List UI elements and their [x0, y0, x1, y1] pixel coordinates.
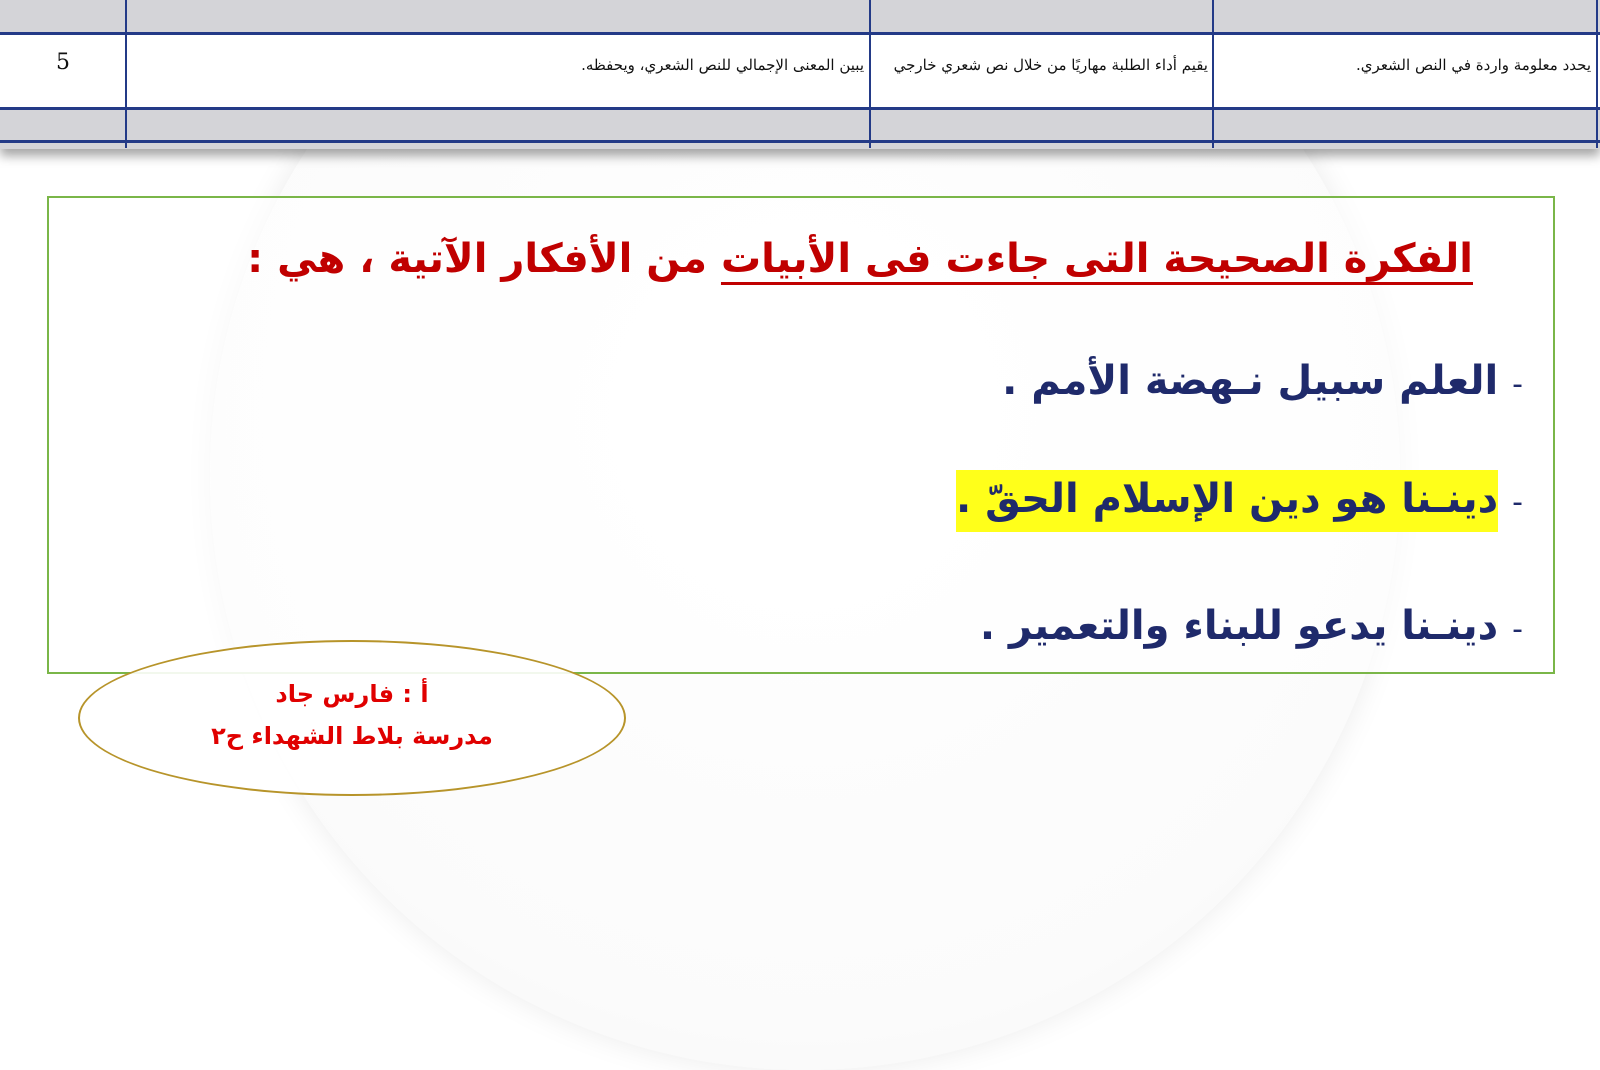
table-cell-evaluation: يقيم أداء الطلبة مهاريًا من خلال نص شعري… [893, 56, 1208, 74]
table-header-row [0, 0, 1600, 35]
question-title: الفكرة الصحيحة التى جاءت فى الأبيات من ا… [247, 236, 1473, 282]
objectives-table-strip: يحدد معلومة واردة في النص الشعري. يقيم أ… [0, 0, 1600, 149]
answer-option-3[interactable]: -دينـنا يدعو للبناء والتعمير . [980, 603, 1523, 649]
table-column-divider [1212, 0, 1214, 148]
table-column-divider [125, 0, 127, 148]
option-dash: - [1512, 485, 1523, 520]
option-text-highlighted: دينـنا هو دين الإسلام الحقّ . [955, 470, 1499, 532]
table-column-divider [869, 0, 871, 148]
question-title-underlined: الفكرة الصحيحة التى جاءت فى الأبيات [720, 236, 1473, 282]
table-cell-number: 5 [56, 50, 70, 75]
teacher-credit-ellipse: أ : فارس جاد مدرسة بلاط الشهداء ح٢ [78, 640, 626, 796]
table-column-divider [1596, 0, 1598, 148]
teacher-name: أ : فارس جاد [275, 680, 429, 708]
question-title-rest: من الأفكار الآتية ، هي : [247, 236, 721, 282]
table-row: يحدد معلومة واردة في النص الشعري. يقيم أ… [0, 38, 1600, 104]
table-footer-row [0, 140, 1600, 149]
school-name: مدرسة بلاط الشهداء ح٢ [211, 722, 493, 750]
option-dash: - [1512, 367, 1523, 402]
table-separator-row [0, 107, 1600, 143]
table-cell-outcome: يبين المعنى الإجمالي للنص الشعري، ويحفظه… [581, 56, 864, 74]
table-cell-objective: يحدد معلومة واردة في النص الشعري. [1356, 56, 1591, 74]
question-box: الفكرة الصحيحة التى جاءت فى الأبيات من ا… [47, 196, 1555, 674]
option-dash: - [1512, 612, 1523, 647]
answer-option-1[interactable]: -العلم سبيل نـهضة الأمم . [1002, 358, 1523, 404]
option-text: دينـنا يدعو للبناء والتعمير . [979, 603, 1499, 649]
option-text: العلم سبيل نـهضة الأمم . [1002, 358, 1499, 404]
answer-option-2[interactable]: -دينـنا هو دين الإسلام الحقّ . [955, 470, 1523, 532]
